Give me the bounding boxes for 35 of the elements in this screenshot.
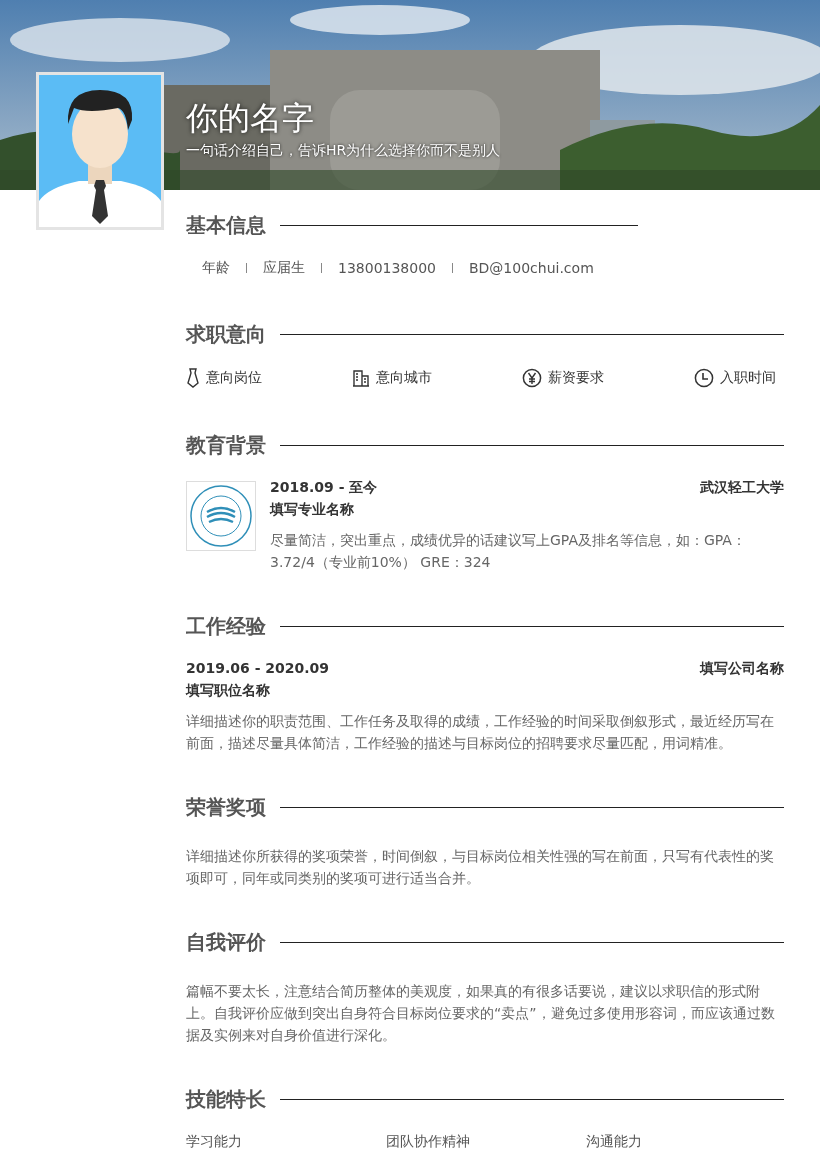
section-title: 自我评价 (186, 929, 266, 956)
work-description: 详细描述你的职责范围、工作任务及取得的成绩，工作经验的时间采取倒叙形式，最近经历写在前面，描述尽量具体简洁，工作经验的描述与目标岗位的招聘要求尽量匹配，用词精准。 (186, 712, 775, 753)
section-title: 求职意向 (186, 321, 266, 348)
intention-label: 意向城市 (376, 369, 432, 387)
skill-text: 沟通能力 (586, 1133, 643, 1151)
section-title: 教育背景 (186, 432, 266, 459)
section-title: 工作经验 (186, 613, 266, 640)
intention-label: 意向岗位 (206, 369, 262, 387)
company-name: 填写公司名称 (700, 660, 784, 678)
education-date: 2018.09 - 至今 (270, 479, 378, 497)
building-icon (352, 369, 370, 387)
education-description: 尽量简洁，突出重点，成绩优异的话建议写上GPA及排名等信息，如：GPA：3.72/4（专业前10%） GRE：324 (270, 531, 747, 572)
info-text: BD@100chui.com (468, 260, 595, 276)
tagline: 一句话介绍自己，告诉HR为什么选择你而不是别人 (186, 142, 501, 160)
section-title: 荣誉奖项 (186, 794, 266, 821)
clock-icon (694, 368, 714, 388)
info-text: 年龄 (202, 259, 231, 277)
major-name: 填写专业名称 (270, 501, 355, 519)
info-text: 13800138000 (337, 260, 437, 276)
section-title: 技能特长 (186, 1086, 266, 1113)
university-emblem-icon (186, 481, 256, 551)
position-name: 填写职位名称 (186, 682, 271, 700)
tie-icon (186, 368, 200, 388)
skill-text: 团队协作精神 (386, 1133, 471, 1151)
work-date: 2019.06 - 2020.09 (186, 660, 330, 678)
intention-label: 入职时间 (720, 369, 776, 387)
yen-icon (522, 368, 542, 388)
section-title: 基本信息 (186, 212, 266, 239)
person-name: 你的名字 (186, 98, 315, 138)
info-text: 应届生 (262, 259, 306, 277)
section-text: 详细描述你所获得的奖项荣誉，时间倒叙，与目标岗位相关性强的写在前面，只写有代表性的奖项即可，同年或同类别的奖项可进行适当合并。 (186, 847, 775, 888)
intention-label: 薪资要求 (548, 369, 604, 387)
skill-text: 学习能力 (186, 1133, 243, 1151)
school-name: 武汉轻工大学 (700, 479, 784, 497)
section-text: 篇幅不要太长，注意结合简历整体的美观度，如果真的有很多话要说，建议以求职信的形式附上。自我评价应做到突出自身符合目标岗位要求的“卖点”，避免过多使用形容词，而应该通过数据及实例来对自身价值进行深化。 (186, 982, 776, 1045)
